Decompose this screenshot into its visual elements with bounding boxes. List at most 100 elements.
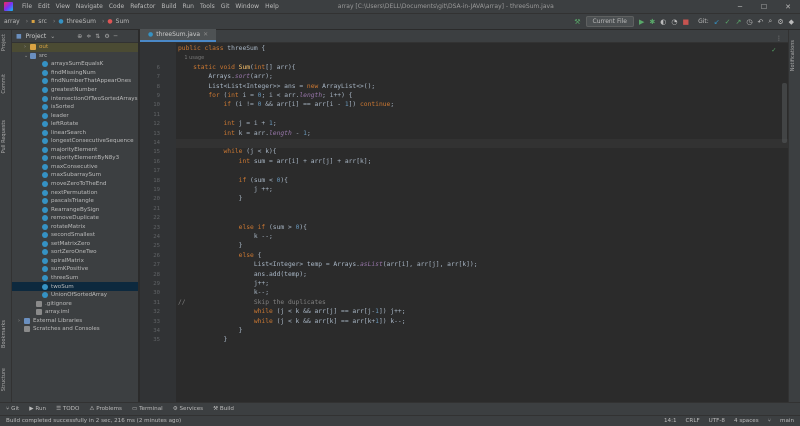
tree-item[interactable]: pascalsTriangle — [12, 197, 138, 206]
code-line[interactable]: k --; — [178, 233, 273, 240]
coverage-icon[interactable]: ◐ — [660, 18, 666, 26]
tree-item[interactable]: rotateMatrix — [12, 222, 138, 231]
tree-item[interactable]: leftRotate — [12, 120, 138, 129]
settings-icon[interactable]: ⚙ — [777, 18, 783, 26]
code-line[interactable]: int j = i + 1; — [178, 120, 277, 127]
inspection-ok-icon[interactable]: ✓ — [772, 46, 776, 54]
more-tabs-icon[interactable]: ⋮ — [776, 35, 788, 42]
run-icon[interactable]: ▶ — [639, 18, 644, 26]
maximize-icon[interactable]: ☐ — [752, 3, 776, 11]
tool-tab-bookmarks[interactable]: Bookmarks — [1, 320, 7, 348]
code-line[interactable]: } — [178, 336, 227, 343]
tree-item[interactable]: leader — [12, 111, 138, 120]
profile-icon[interactable]: ◔ — [671, 18, 677, 26]
menu-item-view[interactable]: View — [53, 3, 73, 10]
tree-item[interactable]: findNumberThatAppearOnes — [12, 77, 138, 86]
tool-run-button[interactable]: ▶ Run — [29, 406, 46, 412]
code-line[interactable]: j ++; — [178, 186, 273, 193]
indent-setting[interactable]: 4 spaces — [734, 418, 759, 424]
code-line[interactable]: Arrays.sort(arr); — [178, 73, 272, 80]
tree-item[interactable]: majorityElementByN8y3 — [12, 154, 138, 163]
tree-item[interactable]: removeDuplicate — [12, 214, 138, 223]
code-line[interactable]: k--; — [178, 289, 269, 296]
tool-git-button[interactable]: ⑂ Git — [6, 406, 19, 412]
rollback-icon[interactable]: ↶ — [758, 18, 764, 26]
breadcrumb-file[interactable]: threeSum — [67, 18, 96, 25]
tree-item[interactable]: Scratches and Consoles — [12, 325, 138, 334]
tree-item[interactable]: greatestNumber — [12, 86, 138, 95]
tool-todo-button[interactable]: ☰ TODO — [56, 406, 79, 412]
menu-item-edit[interactable]: Edit — [35, 3, 53, 10]
file-encoding[interactable]: UTF-8 — [709, 418, 725, 424]
history-icon[interactable]: ◷ — [746, 18, 752, 26]
status-message[interactable]: Build completed successfully in 2 sec, 2… — [6, 418, 181, 424]
hammer-build-icon[interactable]: ⚒ — [574, 18, 580, 26]
project-panel-title[interactable]: Project — [26, 33, 47, 40]
tree-item[interactable]: .gitignore — [12, 299, 138, 308]
tree-item[interactable]: UnionOfSortedArray — [12, 291, 138, 300]
tree-item[interactable]: maxConsecutive — [12, 163, 138, 172]
code-line[interactable]: while (j < k && arr[j] == arr[j-1]) j++; — [178, 308, 406, 315]
tree-item[interactable]: maxSubarraySum — [12, 171, 138, 180]
debug-icon[interactable]: ✱ — [649, 18, 655, 26]
tree-item[interactable]: majorityElement — [12, 146, 138, 155]
code-line[interactable]: int sum = arr[i] + arr[j] + arr[k]; — [178, 158, 372, 165]
menu-item-refactor[interactable]: Refactor — [127, 3, 158, 10]
menu-item-help[interactable]: Help — [262, 3, 282, 10]
code-line[interactable]: } — [178, 327, 243, 334]
tree-item[interactable]: longestConsecutiveSequence — [12, 137, 138, 146]
tree-item[interactable]: array.iml — [12, 308, 138, 317]
target-icon[interactable]: ⊕ — [77, 33, 82, 40]
tree-item[interactable]: sortZeroOneTwo — [12, 248, 138, 257]
git-branch[interactable]: main — [780, 418, 794, 424]
menu-item-navigate[interactable]: Navigate — [73, 3, 106, 10]
expand-icon[interactable]: ⇅ — [95, 33, 100, 40]
code-line[interactable]: ans.add(temp); — [178, 271, 307, 278]
tree-item[interactable]: findMissingNum — [12, 69, 138, 78]
code-line[interactable]: j++; — [178, 280, 269, 287]
tool-tab-notifications[interactable]: Notifications — [790, 40, 796, 71]
minimize-icon[interactable]: ─ — [728, 3, 752, 11]
tree-item[interactable]: setMatrixZero — [12, 240, 138, 249]
git-commit-icon[interactable]: ✓ — [725, 18, 731, 26]
code-line[interactable]: } — [178, 195, 243, 202]
code-line[interactable]: else { — [178, 252, 262, 259]
menu-item-build[interactable]: Build — [158, 3, 179, 10]
tree-item[interactable]: secondSmallest — [12, 231, 138, 240]
tree-item[interactable]: moveZeroToTheEnd — [12, 180, 138, 189]
tree-item[interactable]: intersectionOfTwoSortedArrays — [12, 94, 138, 103]
tree-item[interactable]: isSorted — [12, 103, 138, 112]
collapse-icon[interactable]: ≑ — [86, 33, 91, 40]
tree-item[interactable]: arraysSumEqualsK — [12, 60, 138, 69]
code-line[interactable]: public class threeSum { — [178, 45, 265, 52]
code-line[interactable]: for (int i = 0; i < arr.length; i++) { — [178, 92, 352, 99]
close-tab-icon[interactable]: ✕ — [203, 31, 208, 38]
gear-icon[interactable]: ⚙ — [104, 33, 109, 40]
breadcrumb-src[interactable]: src — [38, 18, 47, 25]
caret-position[interactable]: 14:1 — [664, 418, 677, 424]
menu-item-file[interactable]: File — [19, 3, 35, 10]
code-line[interactable]: if (sum < 0){ — [178, 177, 288, 184]
tree-item[interactable]: twoSum — [12, 282, 138, 291]
code-line[interactable]: int k = arr.length - 1; — [178, 130, 311, 137]
chevron-down-icon[interactable]: ⌄ — [50, 33, 55, 40]
tool-tab-commit[interactable]: Commit — [1, 74, 7, 94]
stop-icon[interactable]: ■ — [682, 18, 689, 26]
breadcrumb-root[interactable]: array — [4, 18, 20, 25]
editor-scrollbar[interactable] — [780, 43, 788, 402]
code-line[interactable]: // Skip the duplicates — [178, 299, 326, 306]
run-configuration-select[interactable]: Current File — [585, 16, 634, 27]
menu-item-git[interactable]: Git — [218, 3, 233, 10]
tree-item[interactable]: RearrangeBySign — [12, 205, 138, 214]
tool-build-button[interactable]: ⚒ Build — [213, 406, 234, 412]
code-line[interactable]: else if (sum > 0){ — [178, 224, 307, 231]
tool-terminal-button[interactable]: ▭ Terminal — [132, 406, 163, 412]
code-line[interactable]: 1 usage — [178, 54, 204, 61]
code-line[interactable]: List<Integer> temp = Arrays.asList(arr[i… — [178, 261, 478, 268]
menu-item-run[interactable]: Run — [179, 3, 197, 10]
tool-services-button[interactable]: ⚙ Services — [173, 406, 203, 412]
line-separator[interactable]: CRLF — [686, 418, 700, 424]
tree-item[interactable]: nextPermutation — [12, 188, 138, 197]
git-push-icon[interactable]: ↗ — [736, 18, 742, 26]
git-update-icon[interactable]: ↙ — [714, 18, 720, 26]
